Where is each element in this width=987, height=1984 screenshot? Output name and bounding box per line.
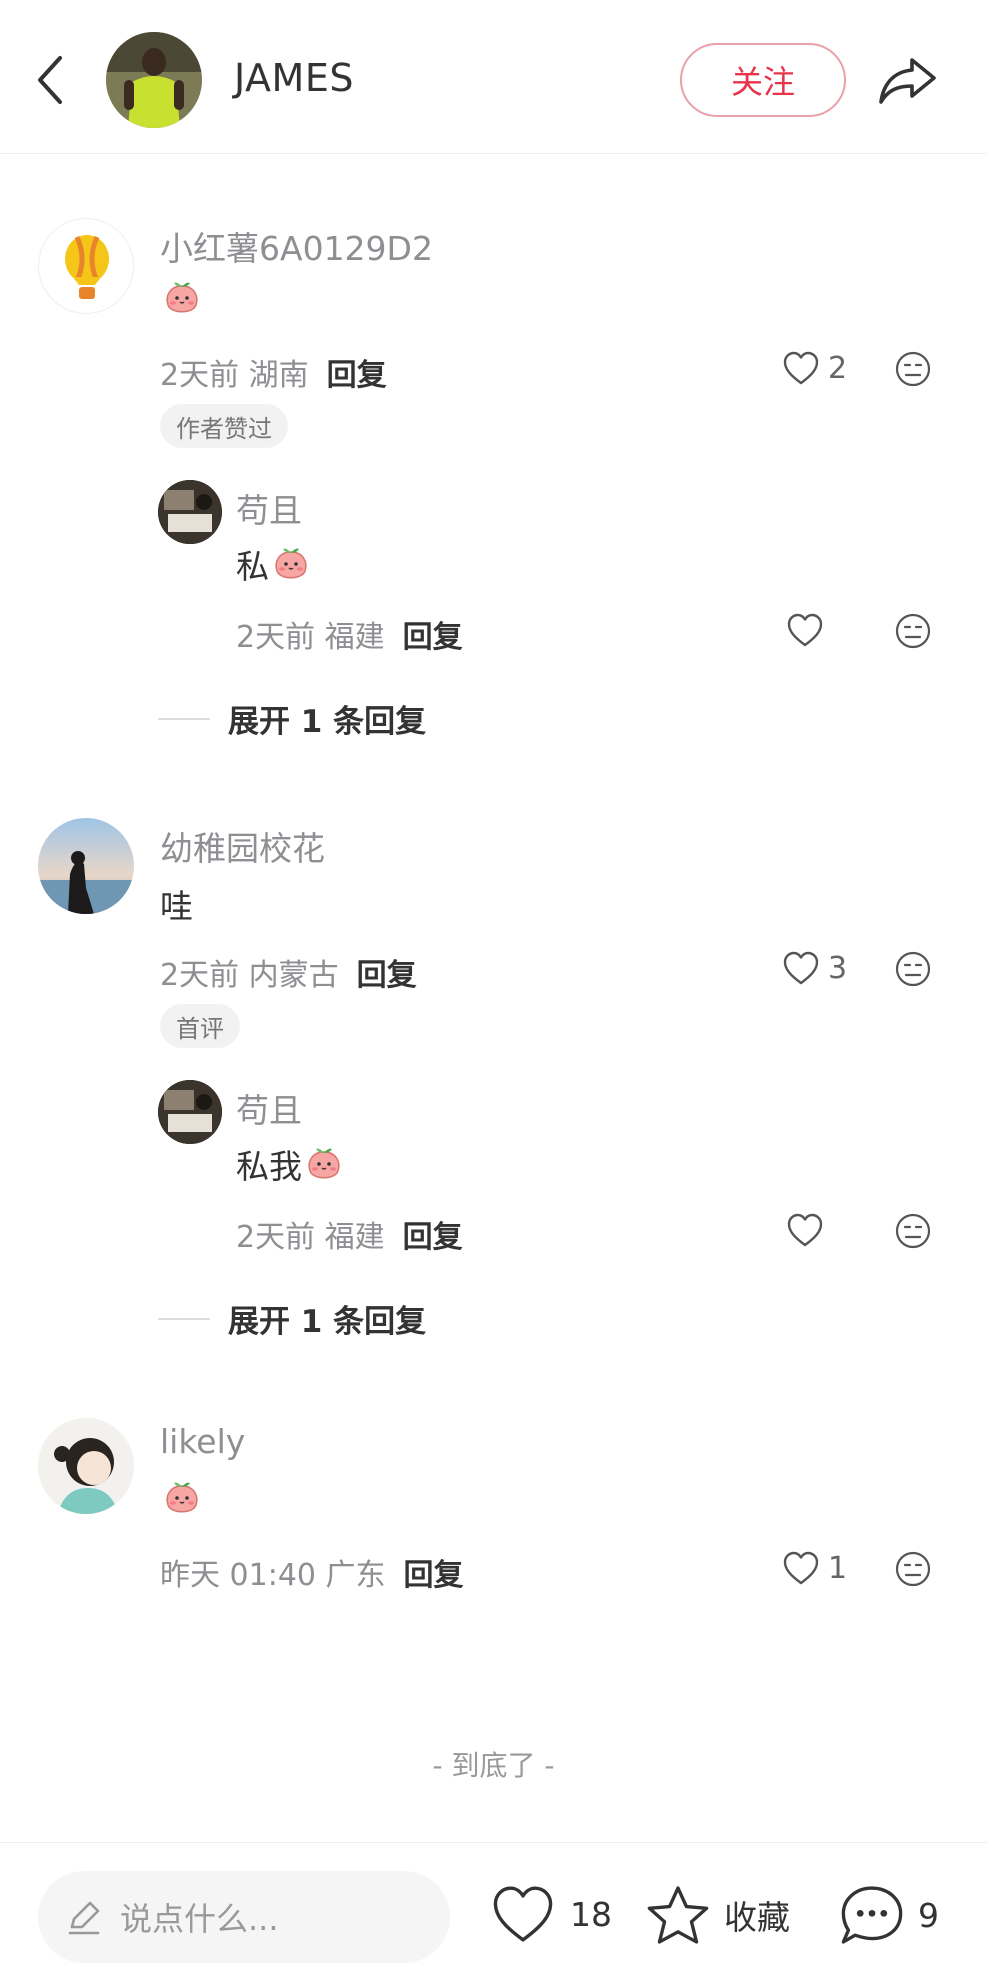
post-like-button[interactable]: 18: [488, 1883, 612, 1945]
share-button[interactable]: [876, 50, 940, 110]
comment-text: [160, 1478, 202, 1518]
author-avatar[interactable]: [106, 32, 202, 128]
top-bar: JAMES 关注: [0, 0, 987, 154]
comment-username[interactable]: likely: [160, 1422, 245, 1461]
first-comment-badge: 首评: [160, 1004, 240, 1048]
dislike-icon[interactable]: [894, 1212, 932, 1250]
reply-meta: 2天前 福建 回复: [236, 612, 463, 656]
post-like-count: 18: [570, 1894, 612, 1934]
dislike-icon[interactable]: [894, 350, 932, 388]
heart-icon[interactable]: [786, 1212, 824, 1248]
like-button[interactable]: 2: [782, 350, 847, 386]
heart-icon: [783, 951, 819, 985]
comment-username[interactable]: 小红薯6A0129D2: [160, 222, 433, 270]
share-icon: [879, 58, 936, 104]
comment-meta: 2天前 内蒙古 回复: [160, 950, 417, 994]
divider-line: [158, 1317, 210, 1320]
reply-text: 私: [236, 540, 311, 588]
star-icon: [647, 1886, 709, 1944]
reply-button[interactable]: 回复: [403, 612, 463, 656]
reply-username[interactable]: 苟且: [236, 1084, 302, 1132]
reply-button[interactable]: 回复: [404, 1550, 464, 1594]
like-count: 3: [828, 950, 848, 986]
heart-icon[interactable]: [786, 612, 824, 648]
heart-icon: [493, 1886, 553, 1942]
comment-count: 9: [918, 1895, 939, 1935]
reply-time-location: 2天前 福建: [236, 620, 385, 655]
reply-meta: 2天前 福建 回复: [236, 1212, 463, 1256]
like-button[interactable]: 1: [782, 1550, 847, 1586]
comment-time-location: 2天前 内蒙古: [160, 958, 339, 993]
comments-button[interactable]: 9: [838, 1883, 939, 1947]
peach-emoji-icon: [275, 547, 307, 579]
commenter-avatar[interactable]: [38, 818, 134, 914]
commenter-avatar[interactable]: [38, 1418, 134, 1514]
expand-replies-button[interactable]: 展开 1 条回复: [158, 696, 426, 741]
comment-time-location: 昨天 01:40 广东: [160, 1558, 386, 1593]
hot-air-balloon-icon: [65, 235, 109, 299]
heart-icon: [783, 351, 819, 385]
comment-meta: 2天前 湖南 回复: [160, 350, 387, 394]
comment-input[interactable]: 说点什么...: [38, 1871, 450, 1963]
dislike-icon[interactable]: [894, 612, 932, 650]
reply-avatar[interactable]: [158, 480, 222, 544]
reply-button[interactable]: 回复: [403, 1212, 463, 1256]
reply-avatar[interactable]: [158, 1080, 222, 1144]
collect-button[interactable]: 收藏: [644, 1883, 790, 1947]
like-button[interactable]: 3: [782, 950, 847, 986]
back-button[interactable]: [30, 50, 74, 110]
comment-meta: 昨天 01:40 广东 回复: [160, 1550, 464, 1594]
reply-username[interactable]: 苟且: [236, 484, 302, 532]
comment-input-placeholder: 说点什么...: [120, 1900, 279, 1938]
pencil-icon: [68, 1901, 100, 1935]
reply-button[interactable]: 回复: [327, 350, 387, 394]
comment-text: 哇: [160, 887, 193, 926]
comment-username[interactable]: 幼稚园校花: [160, 822, 325, 870]
dislike-icon[interactable]: [894, 950, 932, 988]
reply-button[interactable]: 回复: [357, 950, 417, 994]
end-of-list-text: - 到底了 -: [432, 1749, 555, 1782]
author-liked-badge: 作者赞过: [160, 404, 288, 448]
heart-icon: [783, 1551, 819, 1585]
comment-time-location: 2天前 湖南: [160, 358, 309, 393]
peach-emoji-icon: [308, 1147, 340, 1179]
follow-button[interactable]: 关注: [680, 43, 846, 117]
divider-line: [158, 717, 210, 720]
chat-bubble-icon: [841, 1886, 903, 1944]
collect-label: 收藏: [724, 1898, 790, 1937]
dislike-icon[interactable]: [894, 1550, 932, 1588]
reply-time-location: 2天前 福建: [236, 1220, 385, 1255]
peach-emoji-icon: [166, 281, 198, 313]
like-count: 1: [828, 1550, 848, 1586]
bottom-bar: 说点什么... 18 收藏 9: [0, 1842, 987, 1984]
reply-text: 私我: [236, 1140, 344, 1188]
comment-text: [160, 278, 202, 318]
commenter-avatar[interactable]: [38, 218, 134, 314]
author-name[interactable]: JAMES: [234, 56, 354, 100]
chevron-left-icon: [38, 56, 62, 104]
like-count: 2: [828, 350, 848, 386]
peach-emoji-icon: [166, 1481, 198, 1513]
expand-replies-button[interactable]: 展开 1 条回复: [158, 1296, 426, 1341]
